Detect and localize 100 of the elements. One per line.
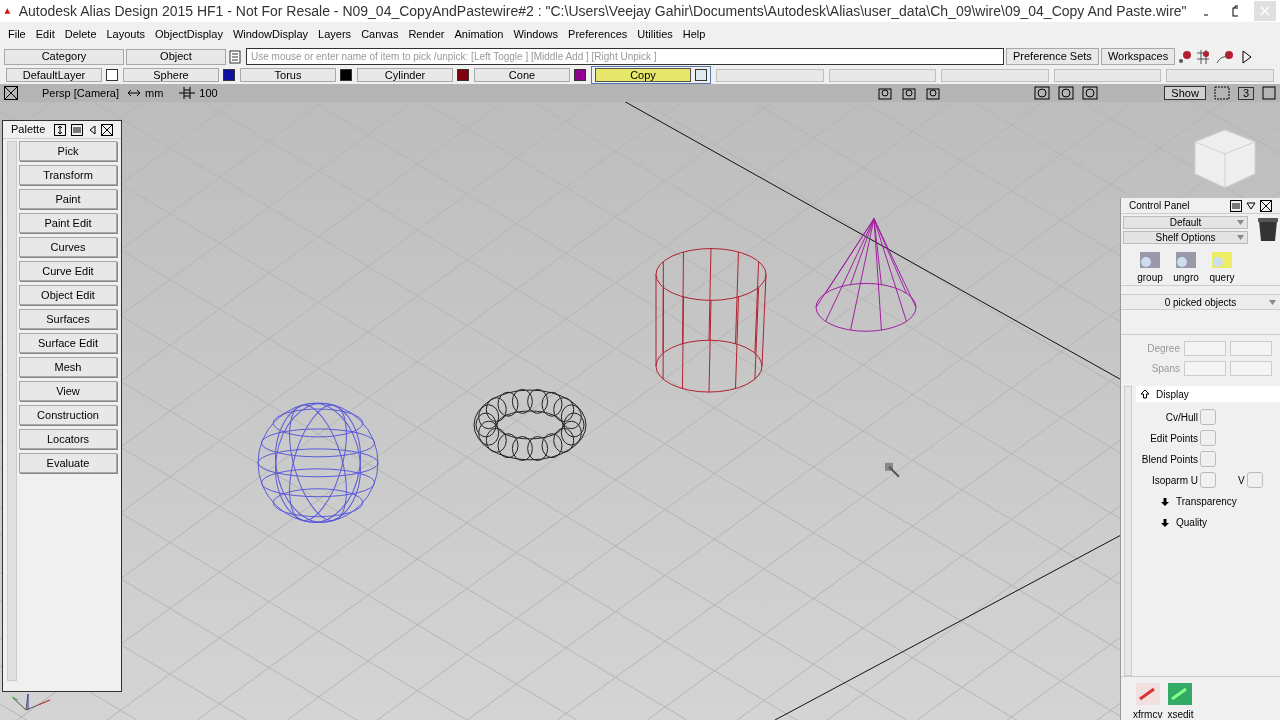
layer-button[interactable]: Torus [240, 68, 336, 82]
camera-tool-icon[interactable] [902, 86, 919, 100]
view-count[interactable]: 3 [1237, 86, 1254, 100]
palette-tab[interactable]: Mesh [19, 357, 117, 377]
view-tool-icon[interactable] [1058, 86, 1075, 100]
value-field[interactable] [1184, 361, 1226, 376]
dropdown-arrow-icon[interactable] [1246, 200, 1256, 211]
option-label: V [1238, 473, 1245, 488]
menu-item[interactable]: File [4, 26, 30, 43]
menu-item[interactable]: Layouts [102, 26, 150, 43]
camera-tool-icon[interactable] [878, 86, 895, 100]
palette-tab[interactable]: Surface Edit [19, 333, 117, 353]
close-icon[interactable] [1260, 199, 1272, 212]
option-label: Cv/Hull [1164, 410, 1198, 425]
palette-tab[interactable]: Surfaces [19, 309, 117, 329]
layer-button[interactable]: Sphere [123, 68, 219, 82]
checkbox[interactable] [1200, 472, 1216, 488]
layer-color-swatch[interactable] [574, 69, 586, 81]
shelf-tool-icon[interactable] [1133, 681, 1162, 707]
checkbox[interactable] [1200, 409, 1216, 425]
palette-tab[interactable]: Pick [19, 141, 117, 161]
palette-title: Palette [11, 122, 47, 138]
palette-tab[interactable]: View [19, 381, 117, 401]
palette-tab[interactable]: Locators [19, 429, 117, 449]
grid-size-label: 100 [199, 85, 218, 101]
category-button[interactable]: Category [4, 48, 124, 65]
checkbox[interactable] [1200, 451, 1216, 467]
field-label: Degree [1147, 342, 1180, 356]
palette-tab[interactable]: Curves [19, 237, 117, 257]
list-icon[interactable] [228, 49, 244, 64]
menu-item[interactable]: Windows [509, 26, 563, 43]
shelf-tool-label: xsedit [1167, 708, 1194, 720]
palette-tab[interactable]: Object Edit [19, 285, 117, 305]
menu-icon[interactable] [1230, 199, 1242, 212]
value-field[interactable] [1230, 341, 1272, 356]
arrow-icon [127, 89, 142, 97]
menu-item[interactable]: Layers [314, 26, 356, 43]
cursor-icon [885, 462, 900, 478]
menu-item[interactable]: WindowDisplay [228, 26, 313, 43]
option-label: Edit Points [1149, 431, 1198, 446]
shelf-tool-label: group [1137, 271, 1163, 285]
palette-tab[interactable]: Paint [19, 189, 117, 209]
layer-color-swatch[interactable] [106, 69, 118, 81]
camera-tool-icon[interactable] [926, 86, 943, 100]
close-icon[interactable] [101, 123, 113, 136]
section-header[interactable]: Transparency [1176, 494, 1237, 509]
shelf-tool-label: query [1209, 271, 1235, 285]
collapse-arrow-icon[interactable] [88, 123, 96, 136]
palette-tab[interactable]: Curve Edit [19, 261, 117, 281]
toolbar-button[interactable]: Workspaces [1100, 48, 1176, 65]
layer-color-swatch[interactable] [457, 69, 469, 81]
checkbox[interactable] [1246, 472, 1263, 488]
panel-scrollbar[interactable] [1124, 386, 1132, 676]
palette-tab[interactable]: Construction [19, 405, 117, 425]
dropdown[interactable]: Shelf Options [1123, 231, 1248, 244]
value-field[interactable] [1230, 361, 1272, 376]
layer-color-swatch[interactable] [695, 69, 707, 81]
expand-arrow-icon[interactable] [1160, 496, 1170, 507]
expand-arrow-icon[interactable] [1241, 49, 1254, 64]
layer-button[interactable]: Cone [474, 68, 570, 82]
window-layout-icon[interactable] [1213, 86, 1230, 100]
layer-color-swatch[interactable] [223, 69, 235, 81]
view-close-icon[interactable] [4, 86, 18, 100]
menu-item[interactable]: Preferences [564, 26, 632, 43]
section-header[interactable]: Quality [1176, 515, 1208, 530]
menu-item[interactable]: ObjectDisplay [151, 26, 227, 43]
picked-objects-dropdown[interactable]: 0 picked objects [1121, 294, 1280, 310]
view-tool-icon[interactable] [1034, 86, 1051, 100]
layer-color-swatch[interactable] [340, 69, 352, 81]
value-field[interactable] [1184, 341, 1226, 356]
show-button[interactable]: Show [1164, 86, 1206, 100]
resize-icon[interactable] [54, 123, 66, 136]
checkbox[interactable] [1200, 430, 1216, 446]
palette-tab[interactable]: Transform [19, 165, 117, 185]
menu-item[interactable]: Animation [450, 26, 508, 43]
palette-tab[interactable]: Paint Edit [19, 213, 117, 233]
menu-item[interactable]: Help [678, 26, 710, 43]
restore-icon[interactable] [1232, 5, 1239, 17]
menu-item[interactable]: Delete [60, 26, 101, 43]
menu-icon[interactable] [71, 123, 83, 136]
collapse-arrow-icon[interactable] [1140, 389, 1150, 399]
menu-item[interactable]: Canvas [357, 26, 403, 43]
object-button[interactable]: Object [126, 48, 226, 65]
layer-button[interactable]: DefaultLayer [6, 68, 102, 82]
grid-size-icon [179, 87, 196, 99]
shelf-tool-icon[interactable] [1166, 681, 1195, 707]
layer-button[interactable]: Cylinder [357, 68, 453, 82]
maximize-view-icon[interactable] [1262, 86, 1276, 100]
expand-arrow-icon[interactable] [1160, 517, 1170, 528]
view-tool-icon[interactable] [1082, 86, 1099, 100]
pick-input-field[interactable]: Use mouse or enter name of item to pick /unpick: [Left Toggle ] [Middle Add ] [Right Unpick ] [246, 48, 1004, 65]
dropdown[interactable]: Default [1123, 216, 1248, 229]
trash-icon[interactable] [1256, 216, 1280, 242]
palette-tab[interactable]: Evaluate [19, 453, 117, 473]
layer-button[interactable]: Copy [595, 68, 691, 82]
menu-item[interactable]: Utilities [633, 26, 677, 43]
menu-item[interactable]: Edit [31, 26, 59, 43]
menu-item[interactable]: Render [404, 26, 449, 43]
palette-scrollbar[interactable] [7, 141, 17, 681]
toolbar-button[interactable]: Preference Sets [1006, 48, 1099, 65]
